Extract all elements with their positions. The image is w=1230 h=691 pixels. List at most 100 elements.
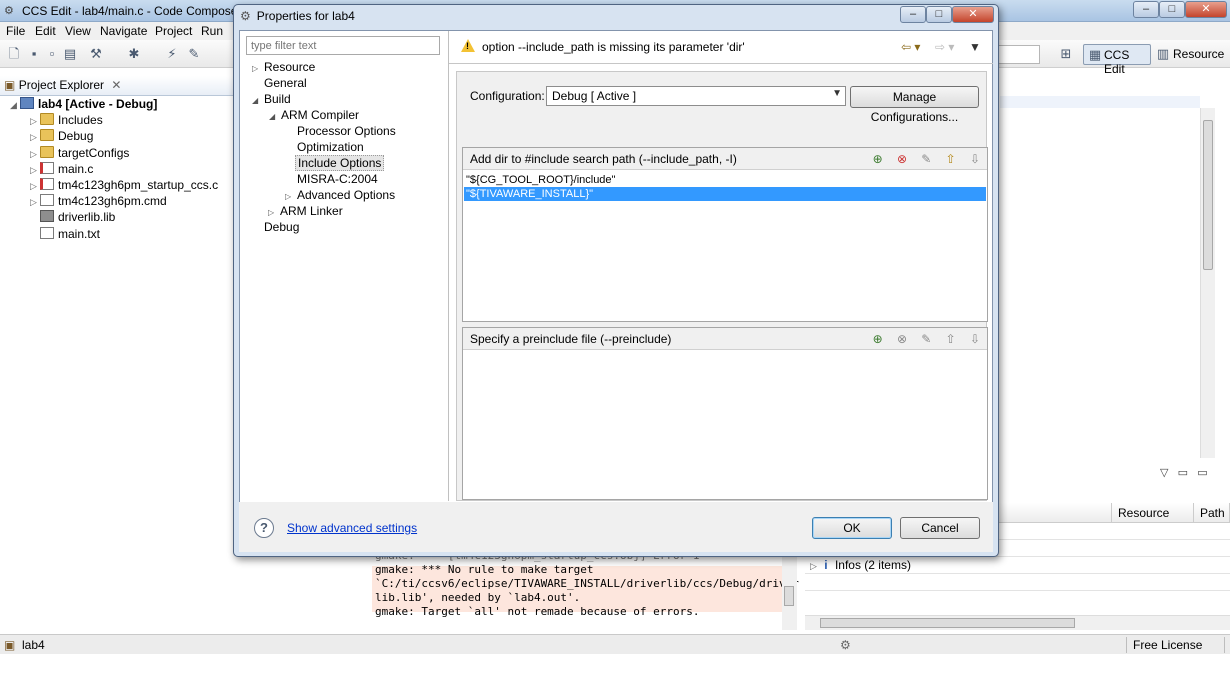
project-explorer-tabbar: ▣ Project Explorer ✕ bbox=[0, 76, 235, 96]
dialog-maximize-button[interactable]: □ bbox=[926, 6, 952, 23]
save-icon[interactable]: ▪ bbox=[26, 46, 42, 62]
include-path-row[interactable]: "${CG_TOOL_ROOT}/include" bbox=[464, 173, 986, 187]
status-tasks-icon[interactable]: ⚙ bbox=[840, 638, 851, 652]
tools-icon[interactable]: ✎ bbox=[186, 46, 202, 62]
expand-arrow-icon[interactable]: ▷ bbox=[252, 61, 264, 77]
main-maximize-button[interactable]: □ bbox=[1159, 1, 1185, 18]
tree-item-startup-c[interactable]: ▷ tm4c123gh6pm_startup_ccs.c bbox=[30, 177, 218, 193]
tree-item-targetconfigs[interactable]: ▷ targetConfigs bbox=[30, 145, 129, 161]
manage-configurations-button[interactable]: Manage Configurations... bbox=[850, 86, 979, 124]
nav-item-include-options[interactable]: Include Options bbox=[295, 155, 385, 171]
expand-arrow-icon[interactable]: ▷ bbox=[810, 561, 817, 571]
new-icon[interactable]: 🗋 bbox=[6, 46, 22, 62]
nav-splitter[interactable] bbox=[448, 31, 449, 501]
menu-project[interactable]: Project bbox=[155, 24, 192, 38]
open-perspective-icon[interactable]: ⊞ bbox=[1058, 46, 1074, 62]
quick-access-input[interactable] bbox=[995, 45, 1040, 64]
collapse-arrow-icon[interactable]: ◢ bbox=[252, 93, 264, 109]
delete-icon[interactable]: ⊗ bbox=[894, 151, 910, 167]
close-view-icon[interactable]: ✕ bbox=[111, 78, 121, 92]
folder-icon bbox=[40, 146, 54, 158]
problems-col-resource[interactable]: Resource bbox=[1112, 503, 1194, 523]
dialog-close-button[interactable]: ✕ bbox=[952, 6, 994, 23]
expand-arrow-icon[interactable]: ▷ bbox=[30, 146, 40, 162]
collapse-arrow-icon[interactable]: ◢ bbox=[10, 97, 20, 113]
nav-item-processor-options[interactable]: Processor Options bbox=[297, 123, 396, 139]
nav-item-misra[interactable]: MISRA-C:2004 bbox=[297, 171, 378, 187]
configuration-select[interactable]: Debug [ Active ] ▼ bbox=[546, 86, 846, 106]
nav-item-label: Include Options bbox=[295, 155, 385, 171]
ok-button[interactable]: OK bbox=[812, 517, 892, 539]
tree-item-debug[interactable]: ▷ Debug bbox=[30, 128, 93, 144]
main-minimize-button[interactable]: – bbox=[1133, 1, 1159, 18]
perspective-ccs-edit-button[interactable]: ▦ CCS Edit bbox=[1083, 44, 1151, 76]
nav-item-optimization[interactable]: Optimization bbox=[297, 139, 364, 155]
problems-infos-row[interactable]: ▷ i Infos (2 items) bbox=[810, 558, 911, 572]
status-license-label: Free License bbox=[1133, 638, 1203, 652]
tree-item-driverlib[interactable]: driverlib.lib bbox=[40, 209, 115, 225]
print-icon[interactable]: ▤ bbox=[62, 46, 78, 62]
expand-arrow-icon[interactable]: ▷ bbox=[30, 113, 40, 129]
infos-label: Infos (2 items) bbox=[834, 558, 911, 572]
console-view[interactable]: gmake: *** [tm4c123gh6pm_startup_ccs.obj… bbox=[372, 549, 799, 632]
debug-bug-icon[interactable]: ✱ bbox=[126, 46, 142, 62]
tree-item-includes[interactable]: ▷ Includes bbox=[30, 112, 103, 128]
scrollbar-thumb[interactable] bbox=[1203, 120, 1213, 270]
scrollbar-thumb[interactable] bbox=[784, 586, 794, 606]
collapse-arrow-icon[interactable]: ◢ bbox=[269, 109, 281, 125]
nav-item-label: Resource bbox=[264, 60, 316, 74]
expand-arrow-icon[interactable]: ▷ bbox=[30, 162, 40, 178]
view-menu-icon[interactable]: ▼ bbox=[969, 40, 981, 54]
show-advanced-settings-link[interactable]: Show advanced settings bbox=[287, 521, 417, 535]
scrollbar-thumb[interactable] bbox=[820, 618, 1075, 628]
expand-arrow-icon[interactable]: ▷ bbox=[30, 194, 40, 210]
view-menu-controls[interactable]: ▽ ▭ ▭ bbox=[1160, 466, 1208, 479]
menu-file[interactable]: File bbox=[6, 24, 25, 38]
move-up-icon[interactable]: ⇧ bbox=[943, 331, 959, 347]
perspective-resource-button[interactable]: ▥ Resource bbox=[1155, 44, 1230, 65]
move-down-icon[interactable]: ⇩ bbox=[967, 331, 983, 347]
back-arrow-icon[interactable]: ⇦ ▾ bbox=[901, 40, 920, 54]
problems-horizontal-scrollbar[interactable] bbox=[805, 615, 1230, 630]
save-all-icon[interactable]: ▫ bbox=[44, 46, 60, 62]
add-icon[interactable]: ⊕ bbox=[870, 331, 886, 347]
tree-item-label: Debug bbox=[58, 129, 94, 143]
delete-icon[interactable]: ⊗ bbox=[894, 331, 910, 347]
editor-area[interactable] bbox=[1000, 96, 1230, 446]
help-icon[interactable]: ? bbox=[254, 518, 274, 538]
tree-item-label: main.c bbox=[58, 162, 94, 176]
add-icon[interactable]: ⊕ bbox=[870, 151, 886, 167]
expand-arrow-icon[interactable]: ▷ bbox=[30, 129, 40, 145]
nav-item-general[interactable]: General bbox=[264, 75, 307, 91]
expand-arrow-icon[interactable]: ▷ bbox=[30, 178, 40, 194]
includes-icon bbox=[40, 113, 54, 125]
forward-arrow-icon[interactable]: ⇨ ▾ bbox=[935, 40, 954, 54]
move-down-icon[interactable]: ⇩ bbox=[967, 151, 983, 167]
tree-item-main-c[interactable]: ▷ main.c bbox=[30, 161, 93, 177]
move-up-icon[interactable]: ⇧ bbox=[943, 151, 959, 167]
problems-col-path[interactable]: Path bbox=[1194, 503, 1230, 523]
tree-item-cmd[interactable]: ▷ tm4c123gh6pm.cmd bbox=[30, 193, 167, 209]
resource-perspective-icon: ▥ bbox=[1156, 46, 1170, 61]
include-path-row-selected[interactable]: "${TIVAWARE_INSTALL}" bbox=[464, 187, 986, 201]
flash-icon[interactable]: ⚡ bbox=[164, 46, 180, 62]
build-hammer-icon[interactable]: ⚒ bbox=[88, 46, 104, 62]
menu-navigate[interactable]: Navigate bbox=[100, 24, 147, 38]
nav-item-debug[interactable]: Debug bbox=[264, 219, 299, 235]
tree-item-project[interactable]: ◢ lab4 [Active - Debug] bbox=[10, 96, 157, 112]
menu-edit[interactable]: Edit bbox=[35, 24, 56, 38]
cancel-button[interactable]: Cancel bbox=[900, 517, 980, 539]
menu-run[interactable]: Run bbox=[201, 24, 223, 38]
editor-vertical-scrollbar[interactable] bbox=[1200, 108, 1215, 458]
edit-icon[interactable]: ✎ bbox=[918, 331, 934, 347]
menu-view[interactable]: View bbox=[65, 24, 91, 38]
ccs-app-icon: ⚙ bbox=[4, 5, 14, 17]
edit-icon[interactable]: ✎ bbox=[918, 151, 934, 167]
main-close-button[interactable]: ✕ bbox=[1185, 1, 1227, 18]
filter-input[interactable] bbox=[246, 36, 440, 55]
project-explorer-tab[interactable]: ▣ Project Explorer ✕ bbox=[4, 78, 121, 92]
console-vertical-scrollbar[interactable] bbox=[782, 552, 797, 630]
tree-item-main-txt[interactable]: main.txt bbox=[40, 226, 100, 242]
preinclude-tools: ⊕ ⊗ ✎ ⇧ ⇩ bbox=[865, 331, 983, 347]
dialog-minimize-button[interactable]: – bbox=[900, 6, 926, 23]
